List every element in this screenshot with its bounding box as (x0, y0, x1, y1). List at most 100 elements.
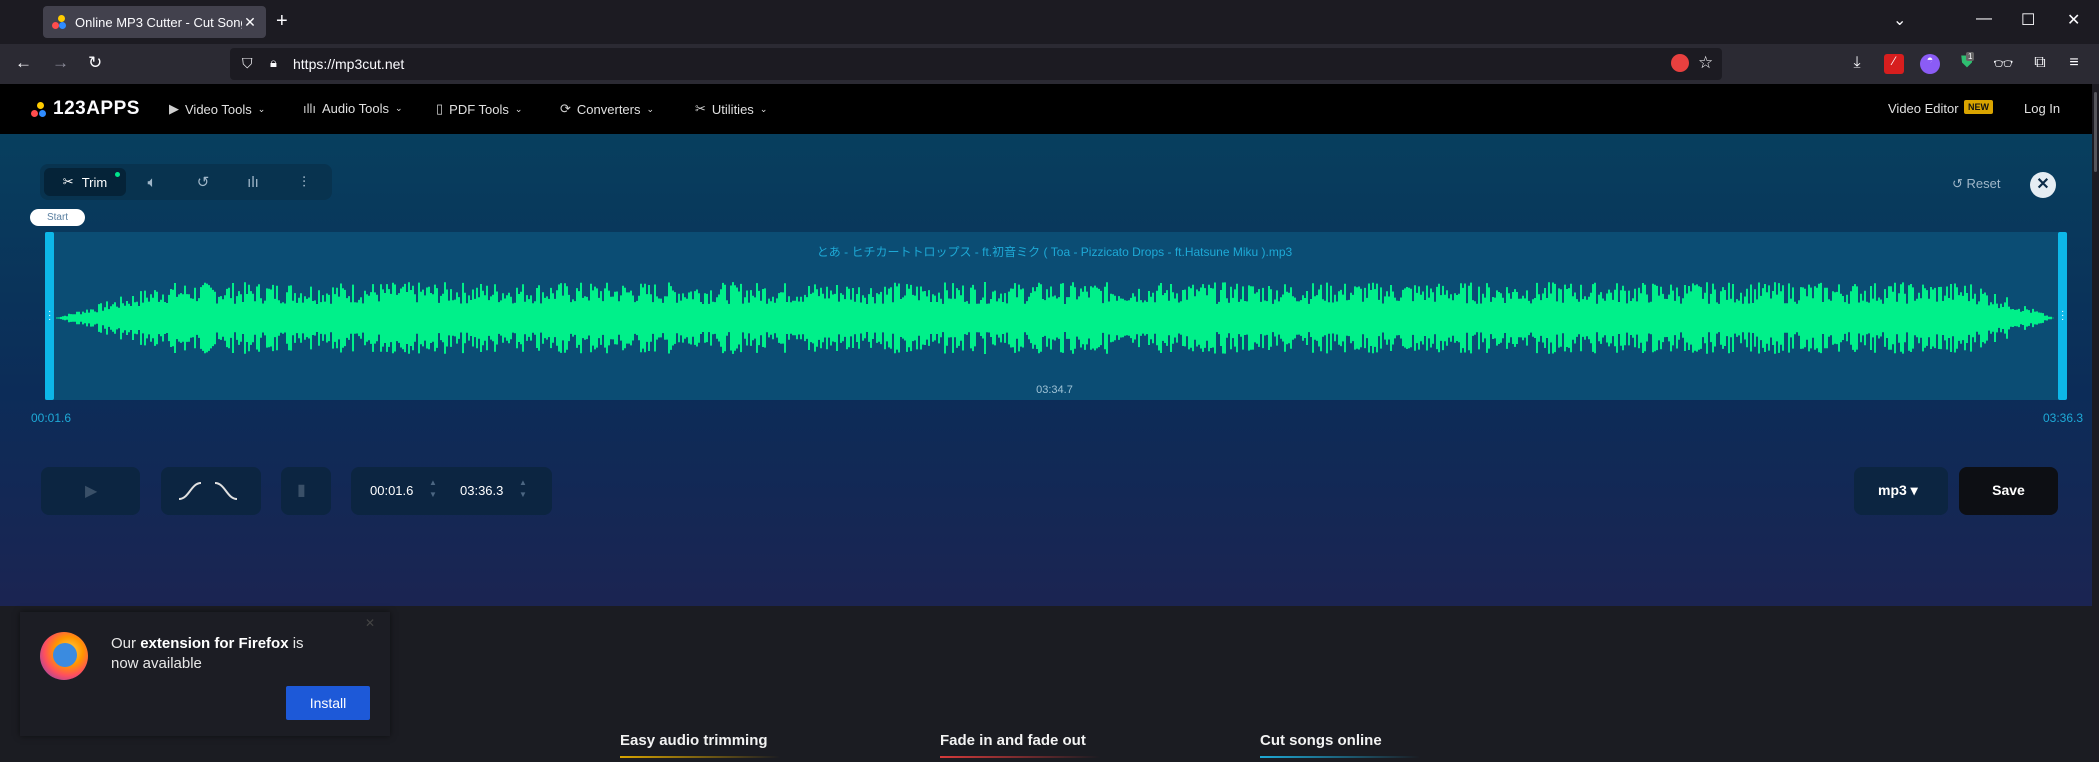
extension-mask-icon[interactable]: 👓︎ (1993, 54, 2013, 74)
scissors-icon: ✂︎ (62, 174, 74, 189)
url-bar[interactable]: ⛉ 🔒︎ https://mp3cut.net ☆ (230, 48, 1722, 80)
waveform-panel[interactable]: とあ - ヒチカートトロップス - ft.初音ミク ( Toa - Pizzic… (45, 232, 2064, 400)
menu-label: Utilities (711, 101, 754, 117)
menu-video-tools[interactable]: ▶︎ Video Tools ⌄ (169, 101, 265, 117)
stop-icon: ▮ (297, 482, 306, 499)
converters-icon: ⟳ (560, 101, 571, 116)
volume-tool-button[interactable]: 🔈︎ (132, 168, 172, 196)
speed-tool-button[interactable]: ↺ (183, 168, 223, 196)
play-icon: ▶ (85, 483, 98, 500)
feature-underline (1260, 756, 1420, 758)
start-time-stepper[interactable]: ▲ ▼ (429, 477, 437, 501)
logo[interactable]: 123APPS (31, 98, 140, 120)
logo-dots-icon (31, 100, 47, 118)
stop-button[interactable]: ▮ (281, 467, 331, 515)
end-time-input[interactable]: 03:36.3 (460, 483, 503, 498)
extension-red-icon[interactable]: ⁄ (1884, 54, 1904, 74)
menu-converters[interactable]: ⟳ Converters ⌄ (560, 101, 654, 117)
close-editor-button[interactable]: ✕ (2030, 172, 2056, 198)
list-all-tabs-icon[interactable]: ⌄ (1893, 10, 1906, 30)
menu-label: Converters (576, 101, 641, 117)
volume-icon: 🔈︎ (147, 173, 157, 191)
utilities-icon: ✂︎ (695, 101, 706, 116)
feature-heading: Fade in and fade out (940, 732, 1086, 749)
save-label: Save (1992, 482, 2025, 498)
login-link[interactable]: Log In (2024, 101, 2060, 116)
reset-button[interactable]: ↺ Reset (1952, 176, 2001, 192)
fade-in-out-icon[interactable] (177, 479, 245, 503)
menu-audio-tools[interactable]: ıllı Audio Tools ⌄ (303, 101, 403, 116)
new-tab-button[interactable]: + (276, 10, 288, 33)
browser-tab-bar: Online MP3 Cutter - Cut Songs ✕ + ⌄ — ☐ … (0, 0, 2099, 44)
close-window-button[interactable]: ✕ (2067, 10, 2080, 30)
app-menu-icon[interactable]: ≡ (2064, 54, 2084, 74)
bookmark-star-icon[interactable]: ☆ (1698, 53, 1713, 73)
chevron-down-icon: ⌄ (646, 103, 655, 114)
trim-tool-button[interactable]: ✂︎ Trim (44, 168, 126, 196)
end-time-label: 03:36.3 (2043, 411, 2084, 425)
file-name: とあ - ヒチカートトロップス - ft.初音ミク ( Toa - Pizzic… (816, 245, 1293, 259)
audio-icon: ıllı (303, 101, 316, 116)
end-time-stepper[interactable]: ▲ ▼ (519, 477, 527, 501)
menu-label: Video Tools (185, 101, 252, 117)
save-button[interactable]: Save (1959, 467, 2058, 515)
extension-popup: Our extension for Firefox is now availab… (20, 612, 390, 736)
equalizer-tool-button[interactable]: ⫶ (284, 168, 324, 196)
selection-duration: 03:34.7 (1036, 384, 1073, 396)
browser-tab[interactable]: Online MP3 Cutter - Cut Songs ✕ (43, 6, 266, 38)
page-scrollbar[interactable] (2092, 84, 2099, 762)
feature-underline (620, 756, 780, 758)
back-icon[interactable]: ← (15, 53, 32, 73)
active-dot (115, 172, 120, 177)
popup-close-icon[interactable]: ✕ (365, 616, 375, 630)
chevron-down-icon: ⌄ (759, 103, 768, 114)
speed-icon: ↺ (196, 174, 210, 191)
tool-bar: ✂︎ Trim 🔈︎ ↺ ılı ⫶ (40, 164, 332, 200)
reset-label: Reset (1966, 176, 2001, 191)
downloads-icon[interactable]: ⤓ (1847, 54, 1867, 74)
site-favicon-icon (51, 14, 67, 30)
grip-icon: · · · (2061, 306, 2065, 325)
video-icon: ▶︎ (169, 101, 179, 116)
end-trim-handle[interactable]: · · · (2058, 232, 2067, 400)
equalizer-icon: ⫶ (302, 173, 306, 191)
menu-label: PDF Tools (449, 101, 509, 117)
new-badge: NEW (1964, 100, 1993, 114)
tab-title: Online MP3 Cutter - Cut Songs (75, 14, 242, 30)
extension-badge: 1 (1966, 52, 1975, 61)
start-trim-handle[interactable]: · · · (45, 232, 54, 400)
logo-text: 123APPS (53, 98, 140, 119)
reload-icon[interactable]: ↻ (88, 53, 102, 73)
pdf-icon: ▯ (436, 101, 444, 116)
ublock-icon[interactable] (1671, 54, 1689, 72)
maximize-button[interactable]: ☐ (2021, 10, 2035, 30)
play-button[interactable]: ▶ (41, 467, 140, 515)
video-editor-link[interactable]: Video Editor (1888, 101, 1959, 116)
start-tag: Start (30, 209, 85, 226)
menu-pdf-tools[interactable]: ▯ PDF Tools ⌄ (436, 101, 522, 117)
audio-editor: ✂︎ Trim 🔈︎ ↺ ılı ⫶ ↺ Reset ✕ Start とあ - … (0, 134, 2092, 606)
forward-icon[interactable]: → (52, 53, 69, 73)
url-text[interactable]: https://mp3cut.net (293, 56, 404, 72)
scrollbar-thumb[interactable] (2094, 92, 2097, 172)
browser-nav-bar: ← → ↻ ⛉ 🔒︎ https://mp3cut.net ☆ ⤓ ⁄ ◓ ⛊ … (0, 44, 2099, 84)
menu-utilities[interactable]: ✂︎ Utilities ⌄ (695, 101, 767, 117)
pitch-tool-button[interactable]: ılı (233, 168, 273, 196)
extensions-puzzle-icon[interactable]: ⧉ (2030, 54, 2050, 74)
tracking-shield-icon[interactable]: ⛉ (242, 55, 253, 72)
start-time-input[interactable]: 00:01.6 (370, 483, 413, 498)
grip-icon: · · · (48, 306, 52, 325)
format-select[interactable]: mp3 ▾ (1854, 467, 1948, 515)
firefox-logo-icon (40, 632, 88, 680)
lock-icon[interactable]: 🔒︎ (270, 55, 277, 71)
fade-buttons (161, 467, 261, 515)
feature-heading: Easy audio trimming (620, 732, 768, 749)
install-button[interactable]: Install (286, 686, 370, 720)
tab-close-icon[interactable]: ✕ (242, 14, 258, 31)
extension-purple-icon[interactable]: ◓ (1920, 54, 1940, 74)
site-header: 123APPS ▶︎ Video Tools ⌄ ıllı Audio Tool… (0, 84, 2092, 134)
time-range-box: 00:01.6 ▲ ▼ 03:36.3 ▲ ▼ (351, 467, 552, 515)
minimize-button[interactable]: — (1976, 10, 1992, 28)
reset-icon: ↺ (1952, 176, 1963, 191)
menu-label: Audio Tools (322, 101, 389, 116)
